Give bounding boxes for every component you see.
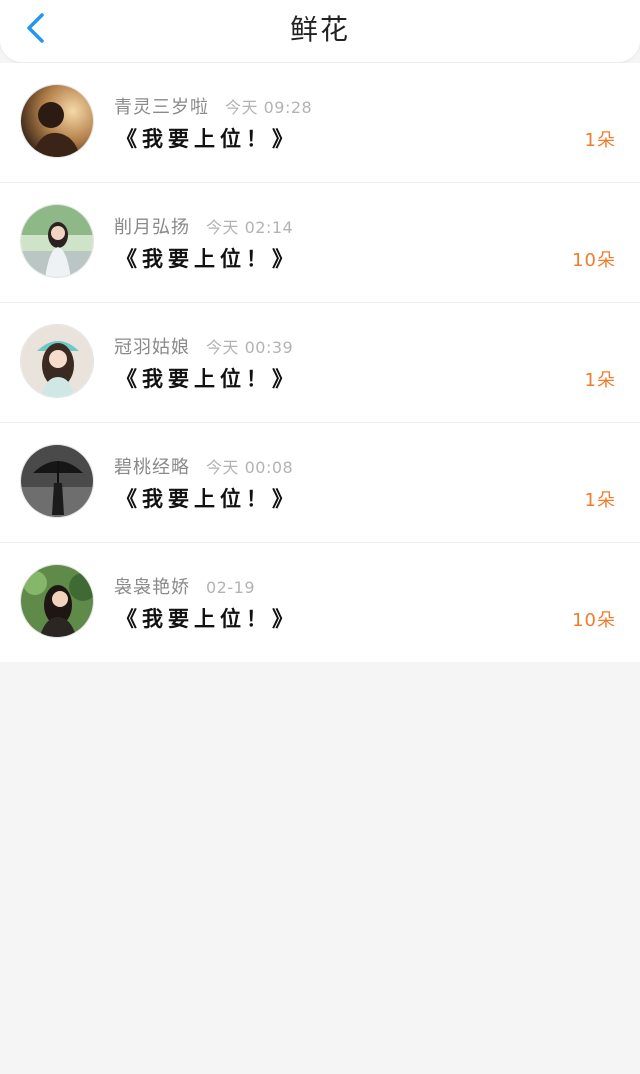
top-bar: 鲜花: [0, 0, 640, 62]
timestamp: 今天 00:08: [206, 458, 294, 477]
avatar[interactable]: [20, 324, 94, 398]
timestamp: 今天 09:28: [225, 98, 313, 117]
message-text: 《我要上位！》: [116, 247, 298, 271]
sender-name: 冠羽姑娘 今天 00:39: [114, 337, 294, 358]
list-item[interactable]: 冠羽姑娘 今天 00:39 《我要上位！》 1朵: [0, 303, 640, 423]
page-title: 鲜花: [289, 13, 350, 46]
sender-name: 青灵三岁啦 今天 09:28: [114, 97, 313, 118]
timestamp: 今天 00:39: [206, 338, 294, 357]
list-item[interactable]: 青灵三岁啦 今天 09:28 《我要上位！》 1朵: [0, 63, 640, 183]
avatar[interactable]: [20, 84, 94, 158]
list-item[interactable]: 碧桃经略 今天 00:08 《我要上位！》 1朵: [0, 423, 640, 543]
message-text: 《我要上位！》: [116, 487, 298, 511]
timestamp: 02-19: [206, 578, 255, 597]
flower-amount: 1朵: [584, 370, 616, 391]
list-item[interactable]: 袅袅艳娇 02-19 《我要上位！》 10朵: [0, 543, 640, 662]
flower-amount: 10朵: [572, 250, 616, 271]
flower-amount: 1朵: [584, 490, 616, 511]
avatar[interactable]: [20, 444, 94, 518]
avatar[interactable]: [20, 204, 94, 278]
avatar[interactable]: [20, 564, 94, 638]
sender-name: 碧桃经略 今天 00:08: [114, 457, 294, 478]
message-text: 《我要上位！》: [116, 127, 298, 151]
flower-amount: 1朵: [584, 130, 616, 151]
sender-name: 削月弘扬 今天 02:14: [114, 217, 294, 238]
gift-list: 青灵三岁啦 今天 09:28 《我要上位！》 1朵 削月弘扬 今天 02:14 《我…: [0, 63, 640, 662]
list-item[interactable]: 削月弘扬 今天 02:14 《我要上位！》 10朵: [0, 183, 640, 303]
message-text: 《我要上位！》: [116, 607, 298, 631]
message-text: 《我要上位！》: [116, 367, 298, 391]
flower-amount: 10朵: [572, 610, 616, 631]
timestamp: 今天 02:14: [206, 218, 294, 237]
sender-name: 袅袅艳娇 02-19: [114, 577, 255, 598]
